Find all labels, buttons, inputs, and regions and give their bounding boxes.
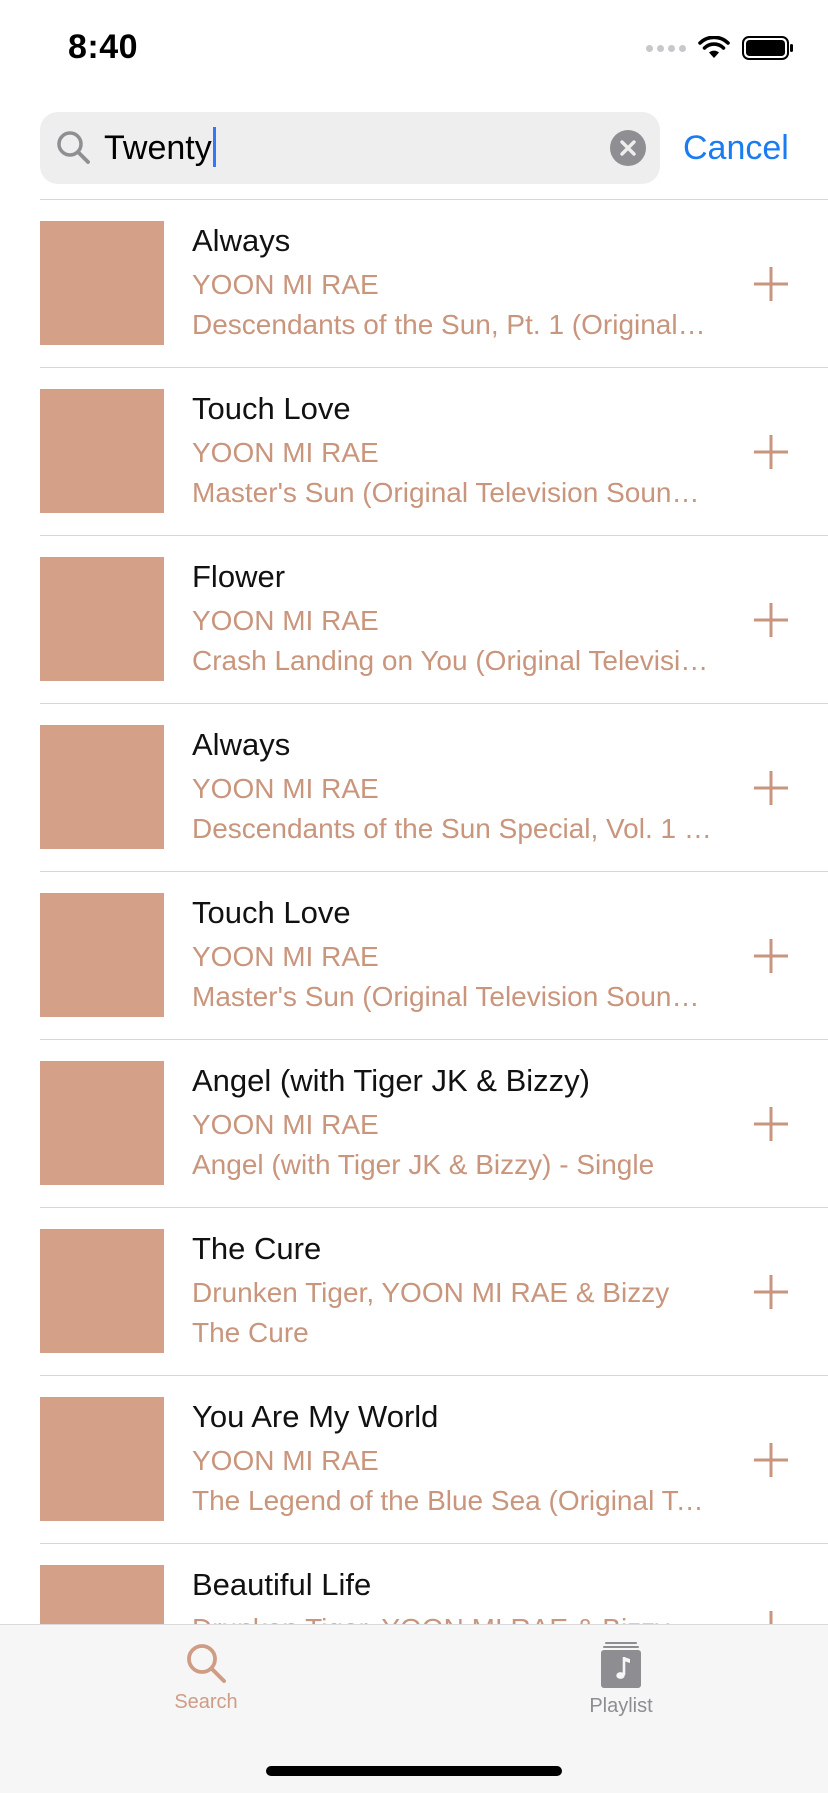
divider	[40, 703, 828, 704]
search-bar: Twenty Cancel	[40, 112, 789, 184]
plus-icon	[754, 435, 788, 469]
album-artwork	[40, 1565, 164, 1624]
search-input[interactable]: Twenty	[104, 122, 216, 174]
clear-search-button[interactable]	[610, 130, 646, 166]
song-title: The Cure	[192, 1231, 322, 1266]
album-artwork	[40, 725, 164, 849]
divider	[40, 1375, 828, 1376]
song-artist: YOON MI RAE	[192, 269, 379, 300]
song-album: Master's Sun (Original Television Soundt…	[192, 477, 712, 508]
add-to-playlist-button[interactable]	[752, 433, 790, 471]
list-item[interactable]: The Cure Drunken Tiger, YOON MI RAE & Bi…	[0, 1207, 828, 1375]
song-album: Crash Landing on You (Original Televisio…	[192, 645, 712, 676]
home-indicator	[266, 1766, 562, 1776]
plus-icon	[754, 939, 788, 973]
status-bar: 8:40	[0, 0, 828, 100]
list-item[interactable]: You Are My World YOON MI RAE The Legend …	[0, 1375, 828, 1543]
song-artist: YOON MI RAE	[192, 1445, 379, 1476]
cancel-button[interactable]: Cancel	[683, 126, 789, 170]
divider	[40, 1543, 828, 1544]
song-title: Beautiful Life	[192, 1567, 372, 1602]
song-artist: YOON MI RAE	[192, 941, 379, 972]
tab-label: Playlist	[589, 1695, 653, 1717]
album-artwork	[40, 893, 164, 1017]
song-artist: YOON MI RAE	[192, 1109, 379, 1140]
song-album: Master's Sun (Original Television Soundt…	[192, 981, 712, 1012]
add-to-playlist-button[interactable]	[752, 1273, 790, 1311]
album-artwork	[40, 1061, 164, 1185]
status-icons	[646, 36, 794, 60]
divider	[40, 535, 828, 536]
song-title: Touch Love	[192, 391, 351, 426]
album-artwork	[40, 221, 164, 345]
divider	[40, 199, 828, 200]
tab-playlist[interactable]: Playlist	[541, 1641, 701, 1718]
divider	[40, 1039, 828, 1040]
song-album: Angel (with Tiger JK & Bizzy) - Single	[192, 1149, 655, 1180]
album-artwork	[40, 1229, 164, 1353]
song-album: The Legend of the Blue Sea (Original Tel…	[192, 1485, 712, 1516]
status-time: 8:40	[68, 28, 139, 66]
divider	[40, 367, 828, 368]
add-to-playlist-button[interactable]	[752, 1441, 790, 1479]
song-title: You Are My World	[192, 1399, 439, 1434]
plus-icon	[754, 267, 788, 301]
song-title: Flower	[192, 559, 286, 594]
list-item[interactable]: Beautiful Life Drunken Tiger, YOON MI RA…	[0, 1543, 828, 1624]
cellular-signal-icon	[646, 44, 686, 52]
search-field[interactable]: Twenty	[40, 112, 660, 184]
search-query: Twenty	[104, 129, 212, 167]
add-to-playlist-button[interactable]	[752, 265, 790, 303]
plus-icon	[754, 771, 788, 805]
album-artwork	[40, 557, 164, 681]
list-item[interactable]: Touch Love YOON MI RAE Master's Sun (Ori…	[0, 367, 828, 535]
list-item[interactable]: Always YOON MI RAE Descendants of the Su…	[0, 703, 828, 871]
song-title: Always	[192, 223, 291, 258]
divider	[40, 1207, 828, 1208]
search-results-list[interactable]: Always YOON MI RAE Descendants of the Su…	[0, 199, 828, 1624]
list-item[interactable]: Always YOON MI RAE Descendants of the Su…	[0, 199, 828, 367]
wifi-icon	[698, 36, 730, 60]
plus-icon	[769, 1611, 773, 1624]
add-to-playlist-button[interactable]	[752, 769, 790, 807]
battery-icon	[742, 36, 794, 60]
search-icon	[57, 131, 90, 164]
song-title: Touch Love	[192, 895, 351, 930]
song-album: The Cure	[192, 1317, 309, 1348]
song-title: Angel (with Tiger JK & Bizzy)	[192, 1063, 590, 1098]
add-to-playlist-button[interactable]	[752, 1105, 790, 1143]
song-artist: YOON MI RAE	[192, 605, 379, 636]
song-title: Always	[192, 727, 291, 762]
album-artwork	[40, 389, 164, 513]
plus-icon	[754, 603, 788, 637]
song-artist: YOON MI RAE	[192, 437, 379, 468]
clear-icon	[620, 140, 636, 156]
song-artist: Drunken Tiger, YOON MI RAE & Bizzy	[192, 1613, 669, 1624]
list-item[interactable]: Angel (with Tiger JK & Bizzy) YOON MI RA…	[0, 1039, 828, 1207]
tab-label: Search	[174, 1691, 238, 1713]
add-to-playlist-button[interactable]	[752, 1609, 790, 1624]
song-artist: YOON MI RAE	[192, 773, 379, 804]
playlist-icon	[601, 1642, 641, 1688]
add-to-playlist-button[interactable]	[752, 937, 790, 975]
text-caret	[212, 127, 216, 167]
list-item[interactable]: Touch Love YOON MI RAE Master's Sun (Ori…	[0, 871, 828, 1039]
song-artist: Drunken Tiger, YOON MI RAE & Bizzy	[192, 1277, 670, 1308]
album-artwork	[40, 1397, 164, 1521]
plus-icon	[754, 1107, 788, 1141]
song-album: Descendants of the Sun, Pt. 1 (Original …	[192, 309, 712, 340]
search-icon	[187, 1644, 226, 1683]
divider	[40, 871, 828, 872]
song-album: Descendants of the Sun Special, Vol. 1 (…	[192, 813, 712, 844]
plus-icon	[754, 1443, 788, 1477]
tab-search[interactable]: Search	[126, 1641, 286, 1714]
list-item[interactable]: Flower YOON MI RAE Crash Landing on You …	[0, 535, 828, 703]
add-to-playlist-button[interactable]	[752, 601, 790, 639]
plus-icon	[754, 1275, 788, 1309]
